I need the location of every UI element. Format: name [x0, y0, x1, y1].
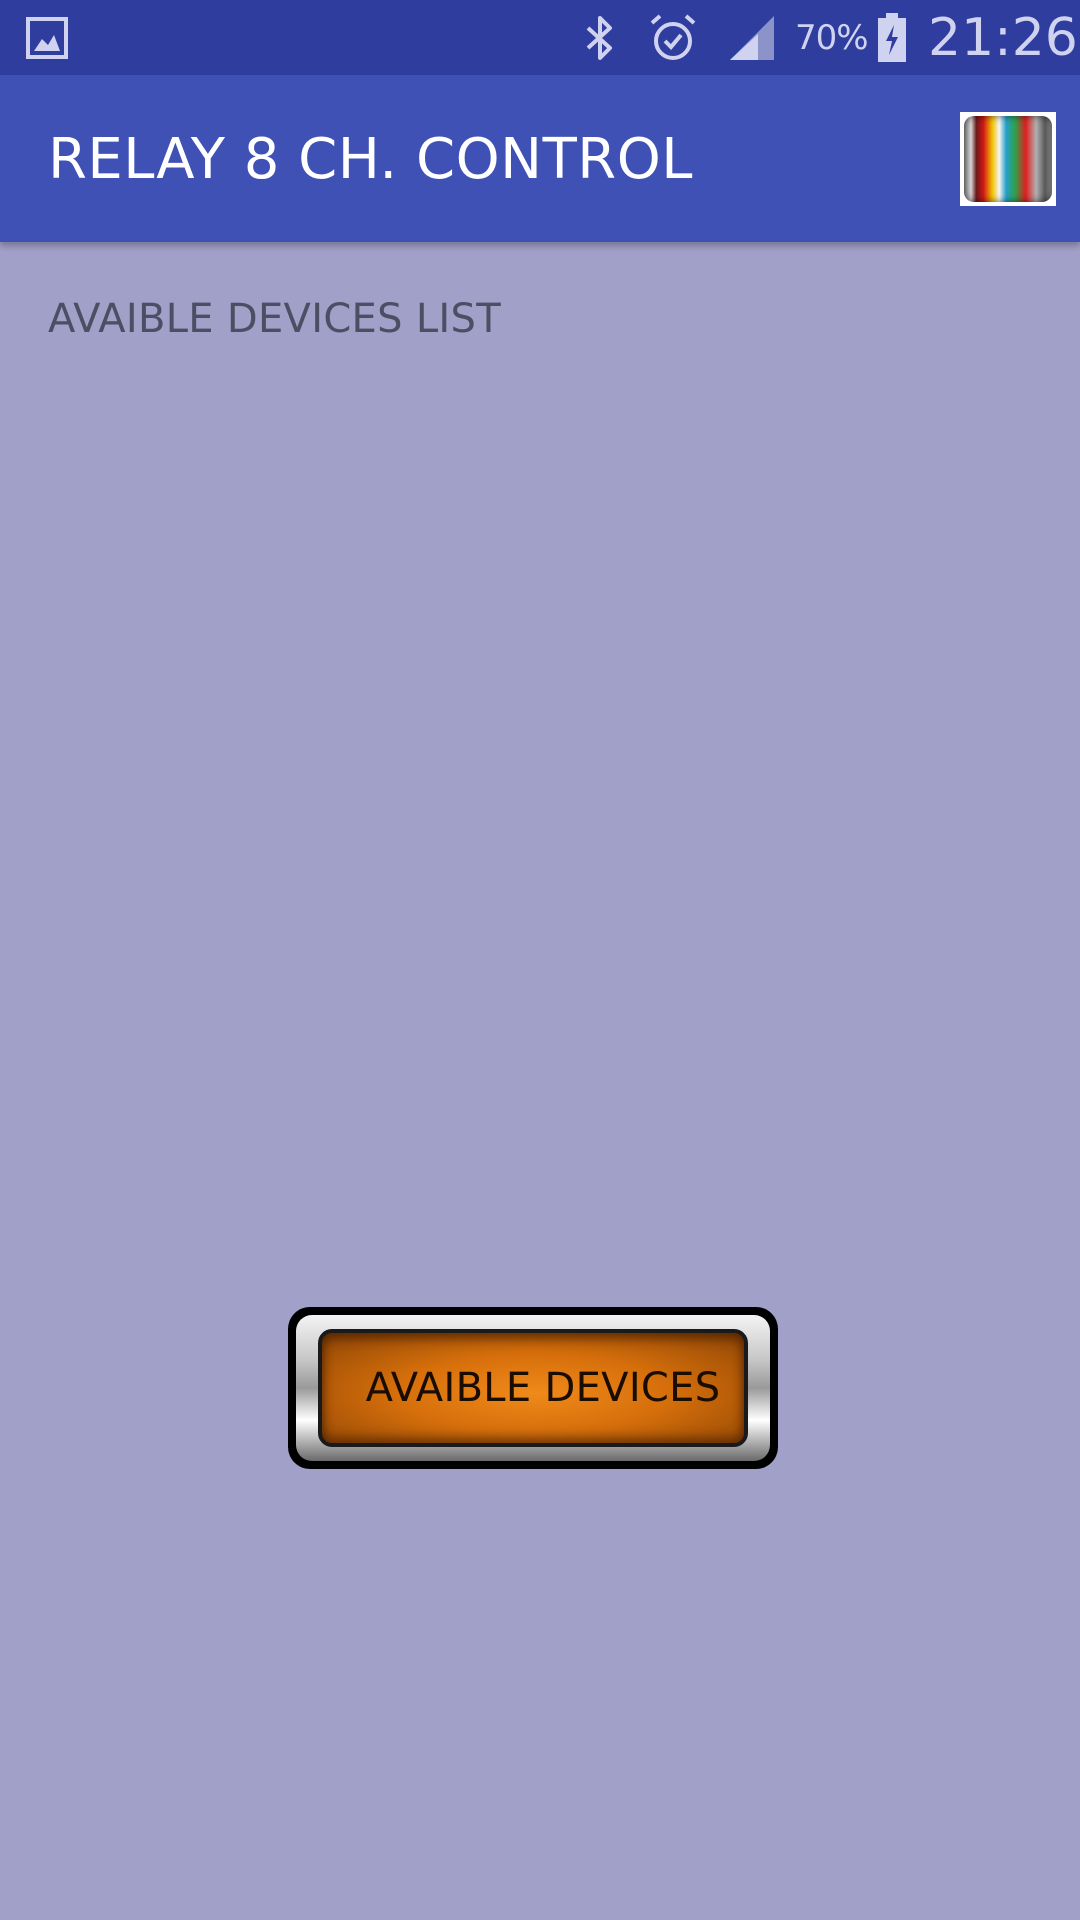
available-devices-button-label: AVAIBLE DEVICES [365, 1365, 721, 1411]
devices-list-heading: AVAIBLE DEVICES LIST [48, 296, 501, 342]
app-bar: RELAY 8 CH. CONTROL [0, 75, 1080, 242]
devices-list[interactable] [0, 360, 1080, 1260]
app-title: RELAY 8 CH. CONTROL [48, 127, 693, 192]
available-devices-button[interactable]: AVAIBLE DEVICES [288, 1307, 778, 1469]
rainbow-stripes-logo[interactable] [960, 112, 1056, 206]
signal-icon [730, 16, 774, 60]
gallery-icon [26, 17, 68, 59]
battery-percent: 70% [795, 18, 869, 58]
bluetooth-icon [586, 16, 612, 60]
clock: 21:26 [928, 8, 1078, 68]
battery-charging-icon [878, 13, 906, 62]
alarm-icon [650, 14, 696, 60]
status-bar: 70% 21:26 [0, 0, 1080, 75]
